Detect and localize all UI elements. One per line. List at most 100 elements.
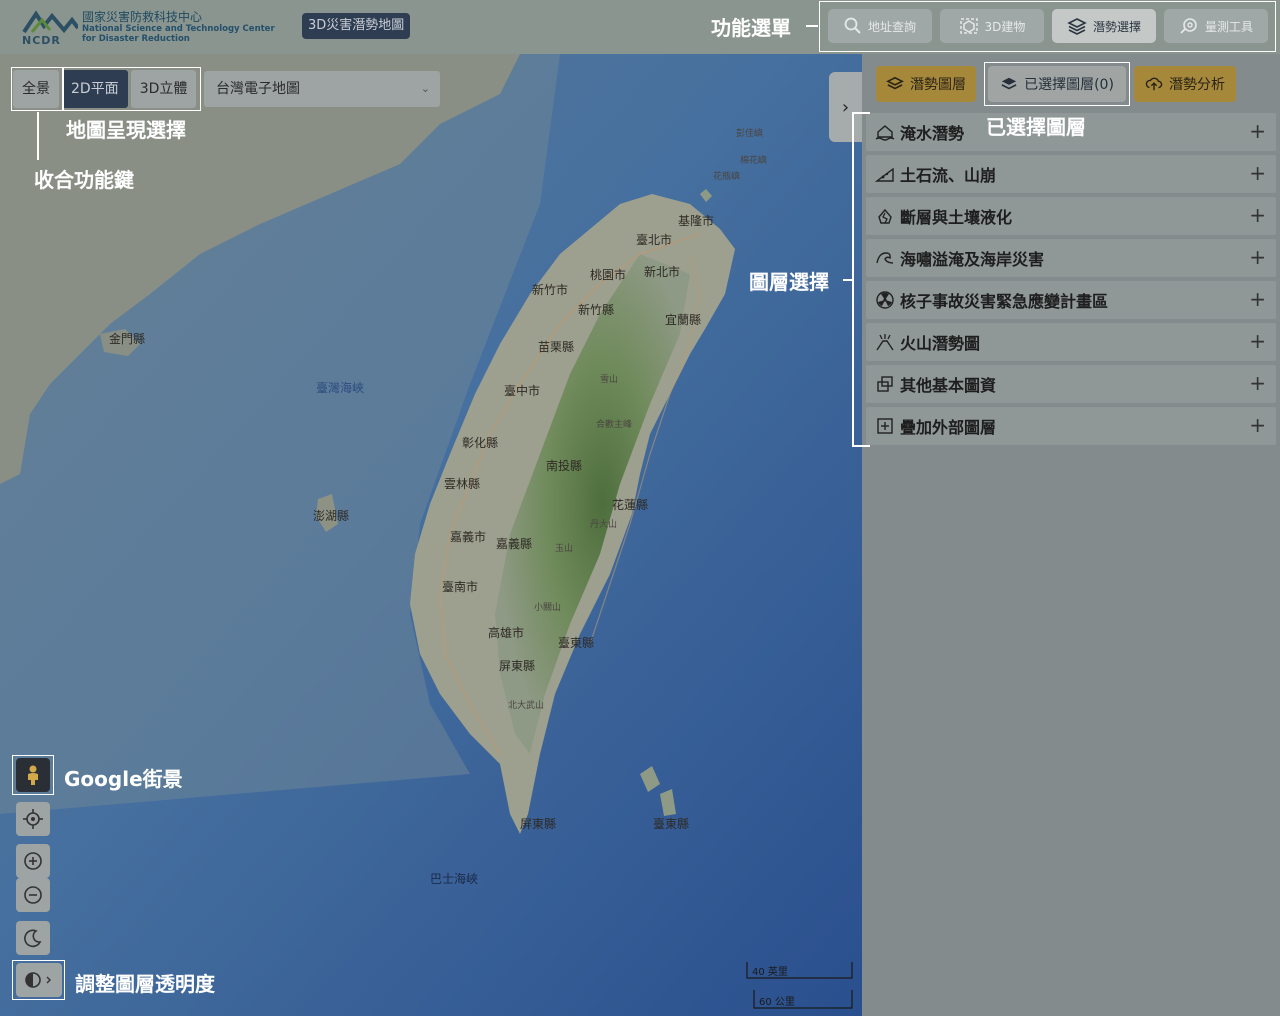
crosshair-icon (23, 809, 43, 829)
logo-name-en-1: National Science and Technology Center (82, 24, 275, 34)
annotation-bracket-bottom (852, 445, 870, 447)
layer-item-external[interactable]: 疊加外部圖層 + (866, 407, 1276, 445)
chevron-down-icon: ⌄ (420, 82, 430, 95)
zoom-out-button[interactable] (16, 878, 50, 912)
annotation-line (806, 25, 818, 27)
map-label-changhua: 彰化縣 (462, 436, 499, 450)
cloud-upload-icon (1145, 77, 1163, 91)
annotation-google-streetview: Google街景 (64, 767, 183, 791)
scale-metric-label: 60 公里 (759, 997, 795, 1008)
volcano-icon (874, 333, 896, 351)
map-label-nantou: 南投縣 (546, 459, 583, 473)
annotation-box-streetview (12, 755, 54, 795)
annotation-map-view-select: 地圖呈現選擇 (66, 118, 186, 142)
map-label-mianhua: 棉花嶼 (740, 156, 768, 166)
map-label-hehuan: 合歡主峰 (596, 420, 633, 430)
map-scale-bar: 40 英里 60 公里 (746, 960, 854, 1010)
map-label-penghu: 澎湖縣 (313, 509, 350, 523)
layer-label-fault: 斷層與土壤液化 (900, 208, 1013, 227)
fault-icon (874, 207, 896, 225)
expand-plus-icon[interactable]: + (1249, 161, 1266, 185)
layer-item-tsunami[interactable]: 海嘯溢淹及海岸災害 + (866, 239, 1276, 277)
map-canvas[interactable]: 基隆市 臺北市 桃園市 新北市 新竹市 新竹縣 宜蘭縣 苗栗縣 雪山 臺中市 合… (0, 54, 862, 1016)
annotation-bracket (852, 112, 854, 446)
map-label-taoyuan: 桃園市 (590, 268, 627, 282)
plus-square-icon (874, 417, 896, 435)
map-label-hsinchu-county: 新竹縣 (578, 303, 615, 317)
map-label-kinmen: 金門縣 (109, 332, 146, 346)
basemap-selected-value: 台灣電子地圖 (216, 81, 300, 97)
layer-item-landslide[interactable]: 土石流、山崩 + (866, 155, 1276, 193)
map-label-yunlin: 雲林縣 (444, 477, 481, 491)
map-label-danda: 丹大山 (590, 520, 618, 530)
layer-label-basemap-data: 其他基本圖資 (900, 376, 997, 395)
ncdr-logo-mark-icon (22, 10, 78, 34)
map-label-chiayi-county: 嘉義縣 (496, 537, 533, 551)
scale-imperial-label: 40 英里 (752, 967, 788, 978)
map-label-taitung-south: 臺東縣 (653, 817, 690, 831)
locate-me-button[interactable] (16, 802, 50, 836)
annotation-selected-layers: 已選擇圖層 (986, 115, 1086, 139)
tab-hazard-analysis[interactable]: 潛勢分析 (1134, 66, 1236, 102)
map-label-tainan: 臺南市 (442, 580, 479, 594)
expand-plus-icon[interactable]: + (1249, 203, 1266, 227)
radiation-icon (874, 291, 896, 309)
map-label-taipei: 臺北市 (636, 233, 673, 247)
annotation-box-opacity (12, 960, 65, 1000)
layer-item-nuclear[interactable]: 核子事故災害緊急應變計畫區 + (866, 281, 1276, 319)
copy-icon (874, 375, 896, 393)
layer-item-basemap-data[interactable]: 其他基本圖資 + (866, 365, 1276, 403)
zoom-in-icon (24, 852, 42, 870)
panel-collapse-button[interactable]: › (829, 72, 862, 142)
expand-plus-icon[interactable]: + (1249, 371, 1266, 395)
tab-hazard-layers-label: 潛勢圖層 (910, 77, 966, 93)
expand-plus-icon[interactable]: + (1249, 413, 1266, 437)
map-label-chiayi-city: 嘉義市 (450, 530, 487, 544)
logo-name-zh: 國家災害防救科技中心 (82, 10, 203, 24)
map-label-beidawu: 北大武山 (508, 701, 545, 711)
layers-icon (886, 76, 904, 90)
map-label-strait: 臺灣海峽 (316, 381, 365, 395)
annotation-box-selected-layers (984, 62, 1130, 106)
map-label-pingtung: 屏東縣 (499, 659, 536, 673)
expand-plus-icon[interactable]: + (1249, 119, 1266, 143)
layer-label-tsunami: 海嘯溢淹及海岸災害 (900, 250, 1045, 269)
tab-hazard-layers[interactable]: 潛勢圖層 (876, 66, 976, 102)
annotation-line (37, 112, 39, 160)
expand-plus-icon[interactable]: + (1249, 329, 1266, 353)
zoom-in-button[interactable] (16, 844, 50, 878)
annotation-line (843, 279, 852, 281)
dark-mode-button[interactable] (16, 921, 50, 955)
expand-plus-icon[interactable]: + (1249, 287, 1266, 311)
layer-item-fault[interactable]: 斷層與土壤液化 + (866, 197, 1276, 235)
layer-label-flood: 淹水潛勢 (900, 124, 965, 143)
logo-ncdr-text: NCDR (22, 34, 61, 47)
layer-label-external: 疊加外部圖層 (900, 418, 997, 437)
zoom-out-icon (24, 886, 42, 904)
annotation-bracket-top (852, 112, 870, 114)
map-label-hsinchu-city: 新竹市 (532, 283, 569, 297)
landslide-icon (874, 165, 896, 183)
wave-icon (874, 249, 896, 267)
logo-name-en-2: for Disaster Reduction (82, 34, 190, 44)
map-label-bashi: 巴士海峽 (430, 872, 479, 886)
tab-hazard-analysis-label: 潛勢分析 (1169, 77, 1225, 93)
map-label-newtaipei: 新北市 (644, 265, 681, 279)
layer-label-nuclear: 核子事故災害緊急應變計畫區 (900, 292, 1109, 311)
layer-item-volcano[interactable]: 火山潛勢圖 + (866, 323, 1276, 361)
annotation-opacity: 調整圖層透明度 (75, 972, 215, 996)
annotation-box-function-menu (819, 1, 1276, 52)
map-label-keelung: 基隆市 (678, 214, 715, 228)
basemap-select[interactable]: 台灣電子地圖 ⌄ (204, 71, 440, 107)
map-label-yilan: 宜蘭縣 (665, 313, 702, 327)
map-label-xiaoguanshan: 小關山 (534, 603, 562, 613)
map-label-kaohsiung: 高雄市 (488, 626, 525, 640)
chevron-right-icon: › (841, 96, 850, 118)
map-label-pingtung-south: 屏東縣 (520, 817, 557, 831)
annotation-function-menu: 功能選單 (711, 16, 791, 40)
expand-plus-icon[interactable]: + (1249, 245, 1266, 269)
annotation-collapse-key: 收合功能鍵 (34, 168, 134, 192)
layer-label-volcano: 火山潛勢圖 (900, 334, 981, 353)
ncdr-logo[interactable]: NCDR 國家災害防救科技中心 National Science and Tec… (20, 8, 280, 47)
annotation-layer-select: 圖層選擇 (749, 270, 829, 294)
